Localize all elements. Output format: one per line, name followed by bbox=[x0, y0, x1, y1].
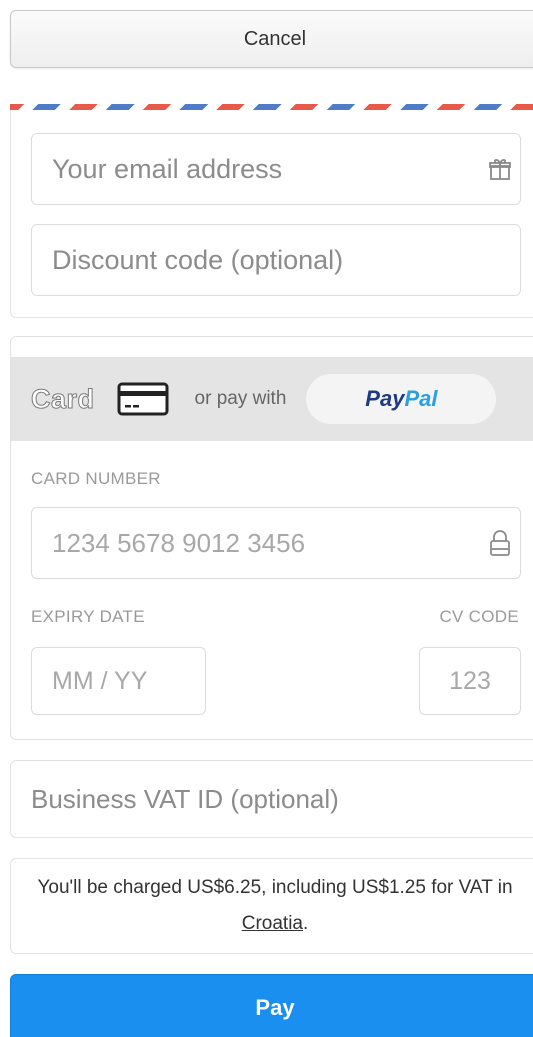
gift-icon bbox=[480, 157, 520, 181]
charge-notice: You'll be charged US$6.25, including US$… bbox=[11, 859, 533, 953]
vat-id-field[interactable]: Business VAT ID (optional) bbox=[11, 761, 533, 837]
cv-code-field[interactable]: 123 bbox=[419, 647, 521, 715]
discount-placeholder: Discount code (optional) bbox=[52, 244, 344, 275]
cvc-placeholder: 123 bbox=[449, 666, 491, 695]
paypal-button[interactable]: Pay Pal bbox=[306, 374, 497, 424]
payment-panel: Card or pay with Pay Pal CARD NUMBER 1234… bbox=[10, 336, 533, 740]
contact-panel: Your email address Discount code (option… bbox=[10, 110, 533, 318]
expiry-date-field[interactable]: MM / YY bbox=[31, 647, 206, 715]
paypal-logo-pay: Pay bbox=[365, 386, 405, 411]
credit-card-icon bbox=[117, 382, 169, 416]
country-link[interactable]: Croatia bbox=[242, 913, 303, 934]
pay-button[interactable]: Pay bbox=[10, 974, 533, 1037]
paypal-logo-pal: Pal bbox=[404, 386, 438, 411]
card-number-placeholder: 1234 5678 9012 3456 bbox=[52, 527, 306, 558]
cancel-button[interactable]: Cancel bbox=[10, 10, 533, 68]
charge-notice-text: You'll be charged US$6.25, including US$… bbox=[37, 877, 513, 898]
discount-code-field[interactable]: Discount code (optional) bbox=[31, 224, 521, 296]
expiry-placeholder: MM / YY bbox=[52, 666, 148, 695]
vat-panel: Business VAT ID (optional) bbox=[10, 760, 533, 838]
lock-icon bbox=[480, 529, 520, 557]
payment-method-bar: Card or pay with Pay Pal bbox=[11, 357, 533, 441]
or-pay-with-label: or pay with bbox=[194, 388, 287, 409]
card-number-field[interactable]: 1234 5678 9012 3456 bbox=[31, 507, 521, 579]
vat-placeholder: Business VAT ID (optional) bbox=[31, 783, 339, 814]
expiry-date-label: EXPIRY DATE bbox=[31, 607, 145, 626]
card-number-label: CARD NUMBER bbox=[31, 469, 161, 488]
tab-card[interactable]: Card bbox=[31, 383, 95, 415]
email-field[interactable]: Your email address bbox=[31, 133, 521, 205]
email-placeholder: Your email address bbox=[52, 153, 283, 184]
cv-code-label: CV CODE bbox=[439, 607, 519, 626]
charge-notice-end: . bbox=[302, 913, 309, 934]
charge-notice-panel: You'll be charged US$6.25, including US$… bbox=[10, 858, 533, 954]
